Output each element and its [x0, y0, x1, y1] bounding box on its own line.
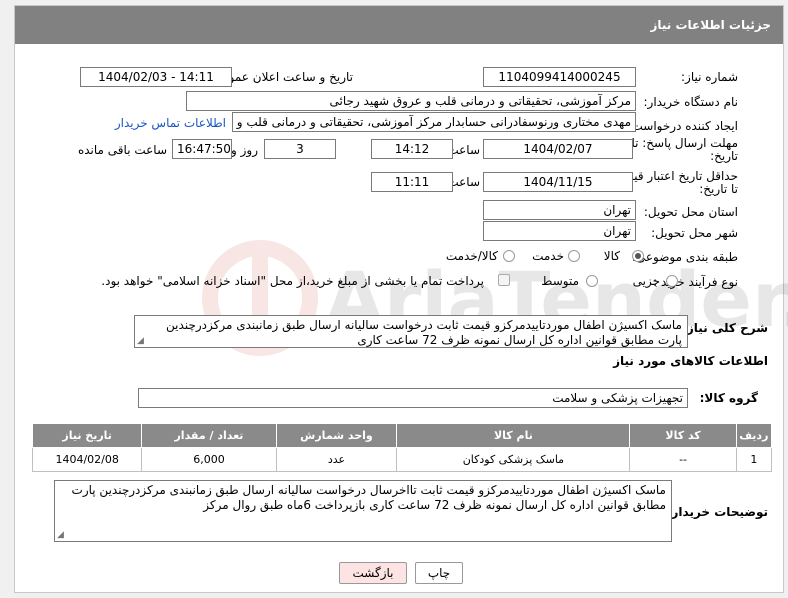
delivery-city-field: تهران [483, 221, 636, 241]
col-goods-name: نام کالا [396, 423, 631, 448]
announce-datetime-field: 1404/02/03 - 14:11 [80, 67, 232, 87]
delivery-city-label: شهر محل تحویل: [651, 226, 738, 240]
reply-deadline-label-1: مهلت ارسال پاسخ: تا [631, 136, 738, 150]
col-row-number: ردیف [735, 423, 773, 448]
cell-unit: عدد [275, 447, 398, 472]
col-unit: واحد شمارش [275, 423, 398, 448]
cell-quantity: 6,000 [141, 447, 277, 472]
category-option-goods: کالا [603, 249, 620, 263]
cell-goods-name: ماسک پزشکی کودکان [396, 447, 631, 472]
process-radio-minor[interactable] [666, 275, 678, 287]
cell-need-date: 1404/02/08 [31, 447, 143, 472]
goods-group-field: تجهیزات پزشکی و سلامت [138, 388, 688, 408]
panel-title: جزئیات اطلاعات نیاز [15, 6, 783, 44]
general-description-label: شرح کلی نیاز: [682, 321, 768, 335]
print-button[interactable]: چاپ [415, 562, 463, 584]
table-row: 1 -- ماسک پزشکی کودکان عدد 6,000 1404/02… [31, 447, 773, 472]
category-label: طبقه بندی موضوعی: [631, 250, 738, 264]
buyer-org-field: مرکز آموزشی، تحقیقاتی و درمانی قلب و عرو… [186, 91, 636, 111]
goods-group-label: گروه کالا: [699, 391, 758, 405]
col-quantity: تعداد / مقدار [141, 423, 277, 448]
buyer-notes-label: توضیحات خریدار: [666, 505, 768, 519]
goods-table-header: ردیف کد کالا نام کالا واحد شمارش تعداد /… [31, 423, 773, 448]
delivery-province-field: تهران [483, 200, 636, 220]
hours-remaining-label: ساعت باقی مانده [77, 143, 167, 157]
cell-goods-code: -- [629, 447, 737, 472]
need-number-field: 1104099414000245 [483, 67, 636, 87]
resize-grip-icon[interactable]: ◢ [57, 531, 64, 540]
category-radio-goods-service[interactable] [503, 250, 515, 262]
validity-date-field: 1404/11/15 [483, 172, 633, 192]
price-validity-label-2: تا تاریخ: [699, 182, 738, 196]
col-goods-code: کد کالا [629, 423, 737, 448]
reply-date-field: 1404/02/07 [483, 139, 633, 159]
need-number-label: شماره نیاز: [681, 70, 738, 84]
reply-remaining-field: 16:47:50 [172, 139, 232, 159]
goods-table: ردیف کد کالا نام کالا واحد شمارش تعداد /… [31, 423, 773, 472]
reply-days-field: 3 [264, 139, 336, 159]
buyer-notes-box: ماسک اکسیژن اطفال موردتاییدمرکزو قیمت ثا… [54, 480, 672, 542]
general-description-text: ماسک اکسیژن اطفال موردتاییدمرکزو قیمت ثا… [166, 318, 682, 347]
reply-deadline-label-2: تاریخ: [710, 149, 738, 163]
category-option-service: خدمت [532, 249, 564, 263]
reply-time-field: 14:12 [371, 139, 453, 159]
process-option-medium: متوسط [541, 274, 579, 288]
buyer-notes-text: ماسک اکسیژن اطفال موردتاییدمرکزو قیمت ثا… [71, 483, 666, 512]
validity-time-field: 11:11 [371, 172, 453, 192]
cell-row-number: 1 [735, 447, 773, 472]
back-button[interactable]: بازگشت [339, 562, 407, 584]
col-need-date: تاریخ نیاز [31, 423, 143, 448]
day-and-label: روز و [231, 143, 258, 157]
goods-info-title: اطلاعات کالاهای مورد نیاز [613, 354, 768, 368]
treasury-payment-note: پرداخت تمام یا بخشی از مبلغ خرید،از محل … [101, 274, 484, 288]
process-radio-medium[interactable] [586, 275, 598, 287]
category-radio-goods[interactable] [632, 250, 644, 262]
delivery-province-label: استان محل تحویل: [643, 205, 738, 219]
treasury-payment-checkbox[interactable] [498, 274, 510, 286]
category-radio-service[interactable] [568, 250, 580, 262]
category-option-goods-service: کالا/خدمت [445, 249, 498, 263]
general-description-box: ماسک اکسیژن اطفال موردتاییدمرکزو قیمت ثا… [134, 315, 688, 348]
resize-grip-icon[interactable]: ◢ [137, 337, 144, 346]
requester-label: ایجاد کننده درخواست: [627, 119, 738, 133]
buyer-org-label: نام دستگاه خریدار: [643, 95, 739, 109]
requester-field: مهدی مختاری ورنوسفادرانی حسابدار مرکز آم… [232, 112, 636, 132]
process-option-minor: جزیی [632, 274, 660, 288]
buyer-contact-link[interactable]: اطلاعات تماس خریدار [115, 116, 226, 130]
